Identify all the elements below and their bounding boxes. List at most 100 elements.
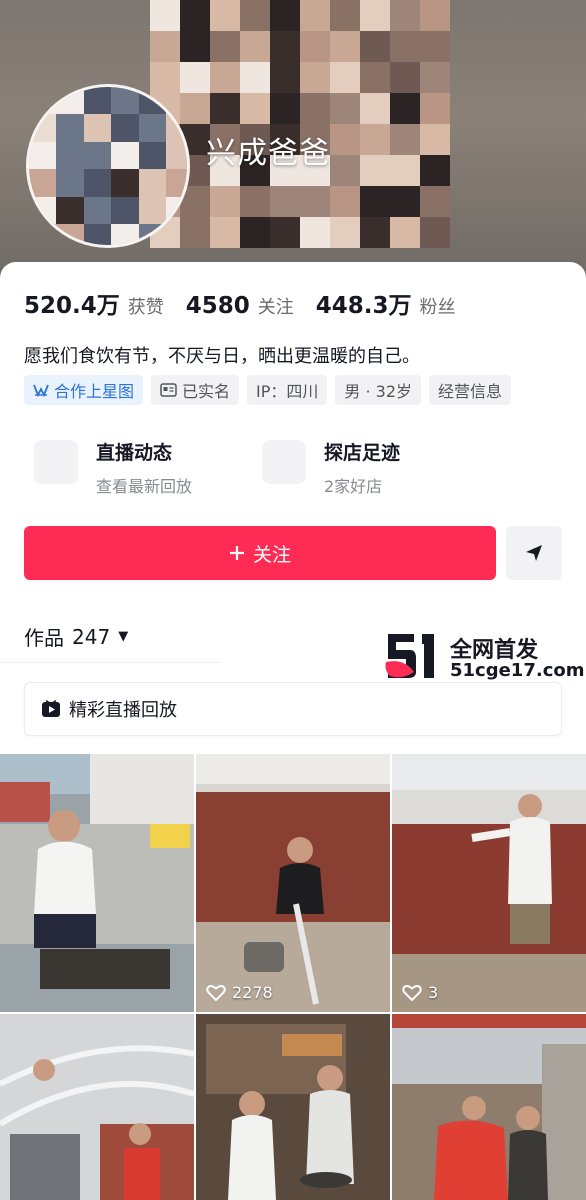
- mosaic-block: [56, 196, 84, 224]
- live-replay-label: 精彩直播回放: [69, 700, 177, 721]
- message-button[interactable]: [506, 526, 562, 580]
- works-count: 247: [72, 624, 111, 649]
- tag-star-map[interactable]: 合作上星图: [24, 375, 144, 405]
- mosaic-block: [270, 31, 300, 62]
- following-count[interactable]: 4580: [186, 293, 250, 319]
- tag-ip: IP：四川: [247, 375, 328, 405]
- feature-shop-visits[interactable]: 探店足迹 2家好店: [324, 438, 524, 497]
- mosaic-block: [138, 114, 166, 142]
- mosaic-block: [83, 223, 112, 245]
- live-replay-entry[interactable]: 精彩直播回放: [24, 682, 562, 736]
- mosaic-block: [56, 114, 84, 142]
- mosaic-block: [210, 186, 240, 217]
- mosaic-block: [420, 124, 450, 155]
- mosaic-block: [360, 31, 390, 62]
- mosaic-block: [138, 87, 166, 115]
- mosaic-block: [300, 217, 330, 248]
- mosaic-block: [165, 87, 187, 115]
- mosaic-block: [300, 186, 330, 217]
- follow-button[interactable]: 关注: [24, 526, 496, 580]
- mosaic-block: [29, 223, 57, 245]
- mosaic-block: [270, 0, 300, 31]
- tag-label: 经营信息: [438, 382, 503, 401]
- id-card-icon: [160, 383, 177, 397]
- play-icon: [42, 700, 60, 717]
- divider: [0, 662, 220, 663]
- mosaic-block: [83, 114, 112, 142]
- mosaic-block: [138, 141, 166, 170]
- tag-label: 合作上星图: [54, 382, 135, 401]
- mosaic-block: [300, 93, 330, 124]
- mosaic-block: [390, 31, 420, 62]
- video-thumbnail-image: [392, 754, 586, 1012]
- tag-gender-age: 男 · 32岁: [335, 375, 422, 405]
- banner-pixelated-image: [150, 0, 450, 250]
- mosaic-block: [330, 186, 360, 217]
- mosaic-block: [83, 169, 112, 197]
- mosaic-block: [300, 31, 330, 62]
- mosaic-block: [210, 31, 240, 62]
- mosaic-block: [360, 155, 390, 186]
- mosaic-block: [138, 223, 166, 245]
- stats-row: 520.4万 获赞 4580 关注 448.3万 粉丝: [24, 286, 478, 320]
- video-thumbnail[interactable]: [0, 754, 194, 1012]
- mosaic-block: [165, 169, 187, 197]
- mosaic-block: [240, 0, 270, 31]
- mosaic-block: [360, 93, 390, 124]
- watermark: 全网首发 51cge17.com: [384, 632, 585, 684]
- mosaic-block: [29, 196, 57, 224]
- star-map-icon: [33, 384, 49, 398]
- shop-feature-icon: [262, 440, 306, 484]
- mosaic-block: [56, 141, 84, 170]
- video-thumbnail[interactable]: 3: [392, 754, 586, 1012]
- mosaic-block: [111, 87, 139, 115]
- mosaic-block: [270, 93, 300, 124]
- video-thumbnail[interactable]: 2278: [196, 754, 390, 1012]
- mosaic-block: [390, 124, 420, 155]
- mosaic-block: [390, 155, 420, 186]
- followers-count[interactable]: 448.3万: [316, 286, 412, 320]
- video-thumbnail[interactable]: [392, 1014, 586, 1200]
- following-label[interactable]: 关注: [258, 293, 294, 319]
- mosaic-block: [180, 0, 210, 31]
- likes-label[interactable]: 获赞: [128, 293, 164, 319]
- tag-label: IP：四川: [256, 382, 319, 401]
- mosaic-block: [111, 141, 139, 170]
- tag-verified[interactable]: 已实名: [151, 375, 240, 405]
- mosaic-block: [240, 62, 270, 93]
- mosaic-block: [56, 223, 84, 245]
- mosaic-block: [138, 169, 166, 197]
- mosaic-block: [330, 93, 360, 124]
- mosaic-block: [29, 114, 57, 142]
- mosaic-block: [330, 31, 360, 62]
- video-likes-count: 2278: [232, 983, 273, 1002]
- watermark-line2: 51cge17.com: [450, 660, 585, 681]
- mosaic-block: [240, 186, 270, 217]
- mosaic-block: [111, 223, 139, 245]
- mosaic-block: [330, 0, 360, 31]
- tag-business-info[interactable]: 经营信息: [429, 375, 512, 405]
- mosaic-block: [360, 217, 390, 248]
- bio-text: 愿我们食饮有节，不厌与日，晒出更温暖的自己。: [24, 346, 420, 367]
- video-likes: 2278: [206, 983, 273, 1002]
- avatar-pixelated-image: [29, 87, 187, 245]
- mosaic-block: [330, 217, 360, 248]
- mosaic-block: [240, 93, 270, 124]
- mosaic-block: [360, 0, 390, 31]
- likes-count[interactable]: 520.4万: [24, 286, 120, 320]
- mosaic-block: [29, 141, 57, 170]
- video-thumbnail[interactable]: [196, 1014, 390, 1200]
- mosaic-block: [420, 93, 450, 124]
- followers-label[interactable]: 粉丝: [420, 293, 456, 319]
- avatar[interactable]: [26, 84, 190, 248]
- works-tab[interactable]: 作品 247 ▼: [24, 622, 128, 651]
- mosaic-block: [165, 223, 187, 245]
- tag-row: 合作上星图 已实名 IP：四川 男 · 32岁 经营信息: [24, 375, 512, 405]
- mosaic-block: [330, 124, 360, 155]
- tag-label: 男 · 32岁: [344, 382, 413, 401]
- live-feature-icon: [34, 440, 78, 484]
- feature-subtitle: 2家好店: [324, 477, 383, 496]
- mosaic-block: [300, 62, 330, 93]
- video-thumbnail[interactable]: [0, 1014, 194, 1200]
- video-thumbnail-image: [0, 754, 194, 1012]
